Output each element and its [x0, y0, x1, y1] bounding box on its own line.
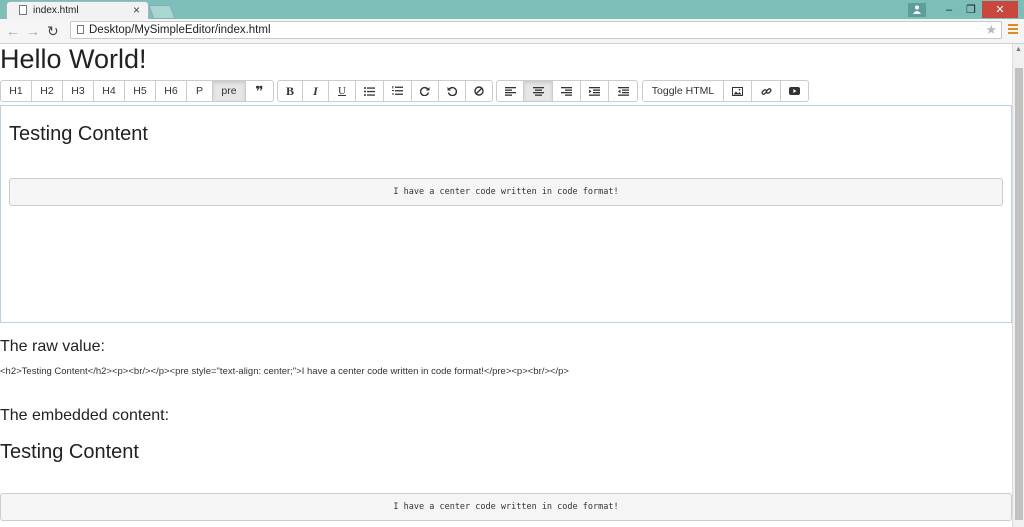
close-window-button[interactable]: ✕ — [982, 1, 1018, 18]
browser-titlebar: index.html × – ❐ ✕ — [0, 0, 1024, 19]
document-icon — [77, 25, 84, 34]
align-center-button[interactable] — [524, 80, 553, 102]
align-right-icon — [561, 86, 572, 96]
ordered-list-button[interactable] — [384, 80, 412, 102]
unordered-list-button[interactable] — [356, 80, 384, 102]
h3-button[interactable]: H3 — [63, 80, 94, 102]
align-center-icon — [532, 86, 544, 96]
page-icon — [19, 5, 27, 15]
h1-button[interactable]: H1 — [0, 80, 32, 102]
undo-button[interactable] — [439, 80, 466, 102]
redo-button[interactable] — [412, 80, 439, 102]
bold-button[interactable]: B — [277, 80, 303, 102]
insert-link-button[interactable] — [752, 80, 781, 102]
raw-value-text: <h2>Testing Content</h2><p><br/></p><pre… — [0, 366, 569, 377]
link-icon — [760, 87, 772, 95]
maximize-button[interactable]: ❐ — [960, 1, 982, 18]
outdent-button[interactable] — [609, 80, 638, 102]
h2-button[interactable]: H2 — [32, 80, 63, 102]
browser-toolbar: ← → ↻ Desktop/MySimpleEditor/index.html … — [0, 19, 1024, 44]
image-icon — [732, 86, 743, 96]
insert-video-button[interactable] — [781, 80, 809, 102]
pre-button[interactable]: pre — [213, 80, 246, 102]
quote-icon: ❞ — [255, 82, 264, 99]
insert-image-button[interactable] — [724, 80, 752, 102]
underline-button[interactable]: U — [329, 80, 356, 102]
italic-button[interactable]: I — [303, 80, 329, 102]
page-scrollbar[interactable]: ▲ — [1012, 44, 1024, 527]
editor-heading[interactable]: Testing Content — [9, 123, 148, 146]
h6-button[interactable]: H6 — [156, 80, 187, 102]
scroll-up-arrow-icon[interactable]: ▲ — [1015, 46, 1022, 53]
forward-button[interactable]: → — [26, 23, 40, 39]
align-right-button[interactable] — [553, 80, 581, 102]
list-ol-icon — [392, 86, 403, 95]
page-content: Hello World! H1 H2 H3 H4 H5 H6 P pre ❞ B… — [0, 44, 1012, 527]
address-bar[interactable]: Desktop/MySimpleEditor/index.html ★ — [70, 21, 1002, 39]
editor-code-block[interactable]: I have a center code written in code for… — [9, 178, 1003, 206]
toggle-html-button[interactable]: Toggle HTML — [642, 80, 724, 102]
undo-icon — [447, 86, 457, 96]
format-button-group: B I U — [277, 80, 493, 102]
h5-button[interactable]: H5 — [125, 80, 156, 102]
list-ul-icon — [364, 86, 375, 96]
url-text[interactable]: Desktop/MySimpleEditor/index.html — [89, 24, 271, 36]
youtube-icon — [789, 87, 800, 95]
chrome-menu-icon[interactable] — [1008, 24, 1018, 36]
align-left-button[interactable] — [496, 80, 524, 102]
heading-button-group: H1 H2 H3 H4 H5 H6 P pre ❞ — [0, 80, 274, 102]
profile-icon[interactable] — [908, 2, 926, 17]
new-tab-button[interactable] — [148, 5, 176, 19]
quote-button[interactable]: ❞ — [246, 80, 274, 102]
embedded-content-title: The embedded content: — [0, 407, 170, 424]
indent-button[interactable] — [581, 80, 609, 102]
scrollbar-thumb[interactable] — [1015, 68, 1023, 520]
clear-format-button[interactable] — [466, 80, 493, 102]
redo-icon — [420, 86, 430, 96]
paragraph-button[interactable]: P — [187, 80, 213, 102]
align-button-group — [496, 80, 638, 102]
h4-button[interactable]: H4 — [94, 80, 125, 102]
reload-button[interactable]: ↻ — [47, 23, 59, 39]
window-controls: – ❐ ✕ — [908, 0, 1018, 19]
indent-icon — [589, 86, 600, 96]
browser-tab[interactable]: index.html × — [6, 1, 149, 19]
embedded-heading: Testing Content — [0, 441, 139, 463]
tab-title: index.html — [33, 5, 79, 16]
bookmark-star-icon[interactable]: ★ — [985, 22, 997, 38]
raw-value-title: The raw value: — [0, 338, 105, 355]
minimize-button[interactable]: – — [938, 1, 960, 18]
embedded-code-block: I have a center code written in code for… — [0, 493, 1012, 521]
html-media-button-group: Toggle HTML — [642, 80, 809, 102]
back-button[interactable]: ← — [6, 23, 20, 39]
align-left-icon — [504, 86, 516, 96]
outdent-icon — [617, 86, 629, 96]
tab-close-button[interactable]: × — [133, 3, 140, 17]
page-title: Hello World! — [0, 44, 147, 74]
ban-icon — [474, 86, 484, 96]
rich-text-editor[interactable]: Testing Content I have a center code wri… — [0, 105, 1012, 323]
